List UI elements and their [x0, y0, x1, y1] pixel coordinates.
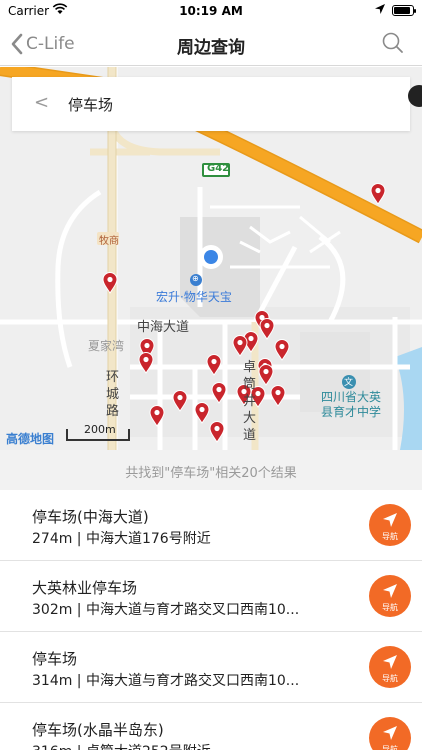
- parking-pin-icon[interactable]: [232, 335, 248, 357]
- road-label-zhuotong: 卓筒井大道: [243, 360, 257, 443]
- location-arrow-icon: [375, 4, 385, 14]
- navigate-button[interactable]: 导航: [369, 646, 411, 688]
- search-icon[interactable]: [382, 32, 404, 54]
- poi-badge-icon: ⊕: [192, 274, 199, 283]
- school-badge-icon: 文: [344, 378, 354, 388]
- highway-label: G42: [207, 163, 230, 174]
- road-label-ring: 环城路: [106, 370, 120, 419]
- parking-pin-icon[interactable]: [149, 405, 165, 427]
- search-back-icon[interactable]: <: [34, 92, 49, 113]
- item-detail: 316m | 卓筒大道252号附近: [32, 741, 211, 750]
- search-query[interactable]: 停车场: [68, 94, 113, 115]
- map-view[interactable]: < 停车场 G42 牧商 ⊕ 宏升·物华天宝 中海大道 夏家湾 环城路 卓筒井大…: [0, 67, 422, 450]
- parking-pin-icon[interactable]: [258, 364, 274, 386]
- list-item[interactable]: 大英林业停车场 302m | 中海大道与育才路交叉口西南10... 导航: [0, 561, 422, 632]
- results-summary: 共找到"停车场"相关20个结果: [0, 450, 422, 490]
- parking-pin-icon[interactable]: [102, 272, 118, 294]
- map-brand-logo: 高德地图: [6, 432, 55, 446]
- item-name: 停车场: [32, 650, 78, 668]
- village-label: 夏家湾: [88, 339, 125, 353]
- road-label-zhonghai: 中海大道: [137, 320, 190, 335]
- navigate-label: 导航: [382, 745, 398, 750]
- navigate-button[interactable]: 导航: [369, 575, 411, 617]
- list-item[interactable]: 停车场(水晶半岛东) 316m | 卓筒大道252号附近 导航: [0, 703, 422, 750]
- parking-pin-icon[interactable]: [206, 354, 222, 376]
- page-title: 周边查询: [177, 38, 245, 58]
- poi-label: 宏升·物华天宝: [156, 290, 232, 304]
- school-label: 四川省大英县育才中学: [320, 390, 381, 419]
- parking-pin-icon[interactable]: [172, 390, 188, 412]
- junction-label: 牧商: [99, 236, 119, 247]
- item-name: 停车场(中海大道): [32, 508, 149, 526]
- map-scale: 200m: [66, 423, 130, 441]
- item-detail: 302m | 中海大道与育才路交叉口西南10...: [32, 602, 300, 618]
- scale-label: 200m: [84, 423, 116, 436]
- navigation-arrow-icon: [383, 726, 397, 740]
- parking-pin-icon[interactable]: [274, 339, 290, 361]
- navigate-label: 导航: [382, 603, 398, 612]
- status-time: 10:19 AM: [179, 4, 243, 18]
- app-screen: Carrier 10:19 AM C-Life 周边查询 < 停车场 G42 牧…: [0, 0, 422, 750]
- navigate-label: 导航: [382, 674, 398, 683]
- item-name: 停车场(水晶半岛东): [32, 721, 164, 739]
- status-bar: Carrier 10:19 AM: [0, 0, 422, 22]
- item-name: 大英林业停车场: [32, 579, 138, 597]
- parking-pin-icon[interactable]: [270, 385, 286, 407]
- navigation-arrow-icon: [383, 655, 397, 669]
- list-item[interactable]: 停车场(中海大道) 274m | 中海大道176号附近 导航: [0, 490, 422, 561]
- parking-pin-icon[interactable]: [194, 402, 210, 424]
- map-search-box[interactable]: < 停车场: [12, 77, 410, 131]
- item-detail: 274m | 中海大道176号附近: [32, 531, 211, 547]
- navigate-button[interactable]: 导航: [369, 504, 411, 546]
- navigate-label: 导航: [382, 532, 398, 541]
- navigation-arrow-icon: [383, 513, 397, 527]
- parking-pin-icon[interactable]: [370, 183, 386, 205]
- nav-bar: C-Life 周边查询: [0, 22, 422, 66]
- parking-pin-icon[interactable]: [209, 421, 225, 443]
- navigation-arrow-icon: [383, 584, 397, 598]
- item-detail: 314m | 中海大道与育才路交叉口西南10...: [32, 673, 300, 689]
- battery-icon: [392, 5, 416, 16]
- list-item[interactable]: 停车场 314m | 中海大道与育才路交叉口西南10... 导航: [0, 632, 422, 703]
- parking-pin-icon[interactable]: [259, 318, 275, 340]
- results-list: 停车场(中海大道) 274m | 中海大道176号附近 导航 大英林业停车场 3…: [0, 490, 422, 750]
- parking-pin-icon[interactable]: [138, 352, 154, 374]
- navigate-button[interactable]: 导航: [369, 717, 411, 750]
- parking-pin-icon[interactable]: [211, 382, 227, 404]
